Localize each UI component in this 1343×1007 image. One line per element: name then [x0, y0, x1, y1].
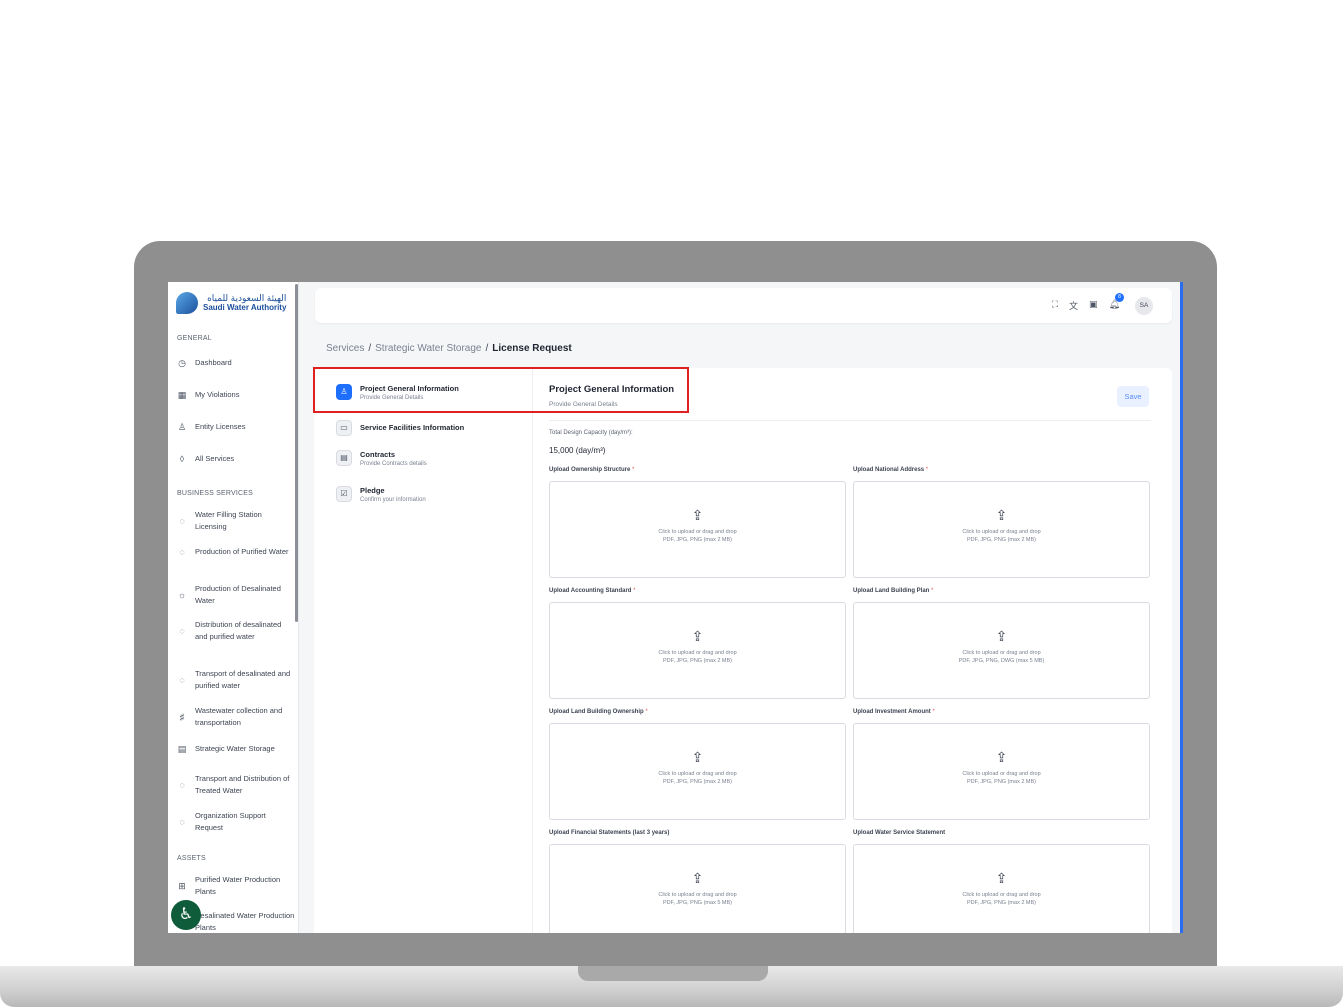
water-drop-icon: ◌ [179, 547, 185, 557]
upload-dropzone-building-ownership[interactable]: ⇪ Click to upload or drag and drop PDF, JP… [549, 723, 846, 820]
sidebar-item-water-filling[interactable]: ◌ Water Filling Station Licensing [177, 509, 295, 533]
sidebar-item-transport[interactable]: ◌ Transport of desalinated and purified w… [177, 668, 295, 692]
upload-icon: ⇪ [691, 628, 704, 644]
grid-icon: ▦ [177, 390, 187, 400]
section-assets: ASSETS [177, 855, 206, 862]
sun-icon: ☼ [177, 590, 187, 600]
app-screen: الهيئة السعودية للمياه Saudi Water Autho… [168, 282, 1183, 933]
step-pledge[interactable]: ☑ Pledge Confirm your information [336, 486, 426, 503]
pipes-icon: ♯ [179, 712, 185, 722]
water-drop-icon: ◌ [179, 516, 185, 526]
translate-icon[interactable]: 文 [1069, 299, 1078, 312]
sidebar-item-violations[interactable]: ▦ My Violations [177, 389, 295, 401]
stepper: ♙ Project General Information Provide Gen… [314, 368, 533, 933]
breadcrumb-current: License Request [492, 343, 572, 354]
form-subtitle: Provide General Details [549, 401, 618, 408]
sidebar: الهيئة السعودية للمياه Saudi Water Autho… [168, 282, 299, 933]
accessibility-icon[interactable]: ♿ [171, 900, 201, 930]
upload-label: Upload Land Building Ownership * [549, 709, 648, 715]
user-icon: ♙ [336, 384, 352, 400]
sidebar-item-support-request[interactable]: ◌ Organization Support Request [177, 810, 295, 834]
upload-dropzone-address[interactable]: ⇪ Click to upload or drag and drop PDF, JP… [853, 481, 1150, 578]
drop-icon: ◊ [179, 454, 185, 464]
upload-icon: ⇪ [691, 749, 704, 765]
breadcrumb-services[interactable]: Services [326, 343, 364, 354]
storage-icon: ▤ [177, 744, 187, 754]
upload-icon: ⇪ [691, 870, 704, 886]
sidebar-item-wastewater[interactable]: ♯ Wastewater collection and transportatio… [177, 705, 295, 729]
breadcrumb-category[interactable]: Strategic Water Storage [375, 343, 481, 354]
laptop-notch [578, 966, 768, 981]
sidebar-item-treated-water[interactable]: ◌ Transport and Distribution of Treated W… [177, 773, 295, 797]
upload-label: Upload Accounting Standard * [549, 588, 636, 594]
sidebar-item-purified-plants[interactable]: ⊞ Purified Water Production Plants [177, 874, 295, 898]
logo[interactable]: الهيئة السعودية للمياه Saudi Water Autho… [176, 292, 286, 314]
laptop-mockup: الهيئة السعودية للمياه Saudi Water Autho… [0, 0, 1343, 1007]
sidebar-item-dashboard[interactable]: ◷ Dashboard [177, 357, 295, 369]
upload-label: Upload Land Building Plan * [853, 588, 934, 594]
logo-mark-icon [176, 292, 198, 314]
save-button[interactable]: Save [1117, 386, 1149, 407]
upload-dropzone-financial[interactable]: ⇪ Click to upload or drag and drop PDF, JP… [549, 844, 846, 933]
sidebar-item-strategic-storage[interactable]: ▤ Strategic Water Storage [177, 743, 295, 755]
upload-label: Upload National Address * [853, 467, 929, 473]
capacity-label: Total Design Capacity (day/m³): [549, 430, 633, 436]
breadcrumb: Services / Strategic Water Storage / License… [326, 343, 572, 354]
logo-arabic: الهيئة السعودية للمياه [207, 293, 287, 303]
plant-icon: ⊞ [178, 881, 186, 891]
dashboard-icon: ◷ [178, 358, 186, 368]
upload-icon: ⇪ [995, 507, 1008, 523]
section-business: BUSINESS SERVICES [177, 490, 254, 497]
water-drop-icon: ◌ [179, 817, 185, 827]
step-project-info[interactable]: ♙ Project General Information Provide Gen… [336, 384, 459, 401]
water-drop-icon: ◌ [179, 626, 185, 636]
clipboard-icon[interactable]: ▣ [1089, 299, 1098, 312]
upload-label: Upload Financial Statements (last 3 year… [549, 830, 670, 836]
upload-label: Upload Investment Amount * [853, 709, 935, 715]
notification-badge: 8 [1115, 293, 1124, 302]
upload-label: Upload Ownership Structure * [549, 467, 635, 473]
bell-icon[interactable]: 🔔︎ 8 [1109, 293, 1124, 312]
sidebar-item-entity-licenses[interactable]: ♙ Entity Licenses [177, 421, 295, 433]
fullscreen-icon[interactable]: ⛶ [1052, 299, 1058, 312]
id-card-icon: ▭ [336, 420, 352, 436]
upload-dropzone-accounting[interactable]: ⇪ Click to upload or drag and drop PDF, JP… [549, 602, 846, 699]
user-icon: ♙ [177, 422, 187, 432]
avatar[interactable]: SA [1135, 297, 1153, 315]
section-general: GENERAL [177, 335, 212, 342]
document-icon: ▤ [336, 450, 352, 466]
logo-english: Saudi Water Authority [203, 303, 287, 312]
capacity-value: 15,000 (day/m³) [549, 446, 606, 455]
upload-icon: ⇪ [691, 507, 704, 523]
upload-icon: ⇪ [995, 628, 1008, 644]
divider [549, 420, 1151, 421]
upload-label: Upload Water Service Statement [853, 830, 946, 836]
upload-dropzone-water-service[interactable]: ⇪ Click to upload or drag and drop PDF, JP… [853, 844, 1150, 933]
upload-dropzone-investment[interactable]: ⇪ Click to upload or drag and drop PDF, JP… [853, 723, 1150, 820]
step-service-facilities[interactable]: ▭ Service Facilities Information [336, 420, 464, 436]
sidebar-item-distribution[interactable]: ◌ Distribution of desalinated and purifie… [177, 619, 295, 643]
water-drop-icon: ◌ [179, 780, 185, 790]
upload-dropzone-ownership[interactable]: ⇪ Click to upload or drag and drop PDF, JP… [549, 481, 846, 578]
upload-dropzone-building-plan[interactable]: ⇪ Click to upload or drag and drop PDF, JP… [853, 602, 1150, 699]
checkbox-icon: ☑ [336, 486, 352, 502]
sidebar-item-purified-water[interactable]: ◌ Production of Purified Water [177, 546, 295, 558]
water-drop-icon: ◌ [179, 675, 185, 685]
upload-icon: ⇪ [995, 749, 1008, 765]
sidebar-item-desalinated-water[interactable]: ☼ Production of Desalinated Water [177, 583, 295, 607]
step-contracts[interactable]: ▤ Contracts Provide Contracts details [336, 450, 427, 467]
sidebar-scrollbar[interactable] [295, 284, 298, 622]
form-title: Project General Information [549, 384, 675, 395]
upload-icon: ⇪ [995, 870, 1008, 886]
sidebar-item-all-services[interactable]: ◊ All Services [177, 453, 295, 465]
form-card: ♙ Project General Information Provide Gen… [314, 368, 1172, 933]
top-bar: ⛶ 文 ▣ 🔔︎ 8 SA [315, 288, 1172, 323]
